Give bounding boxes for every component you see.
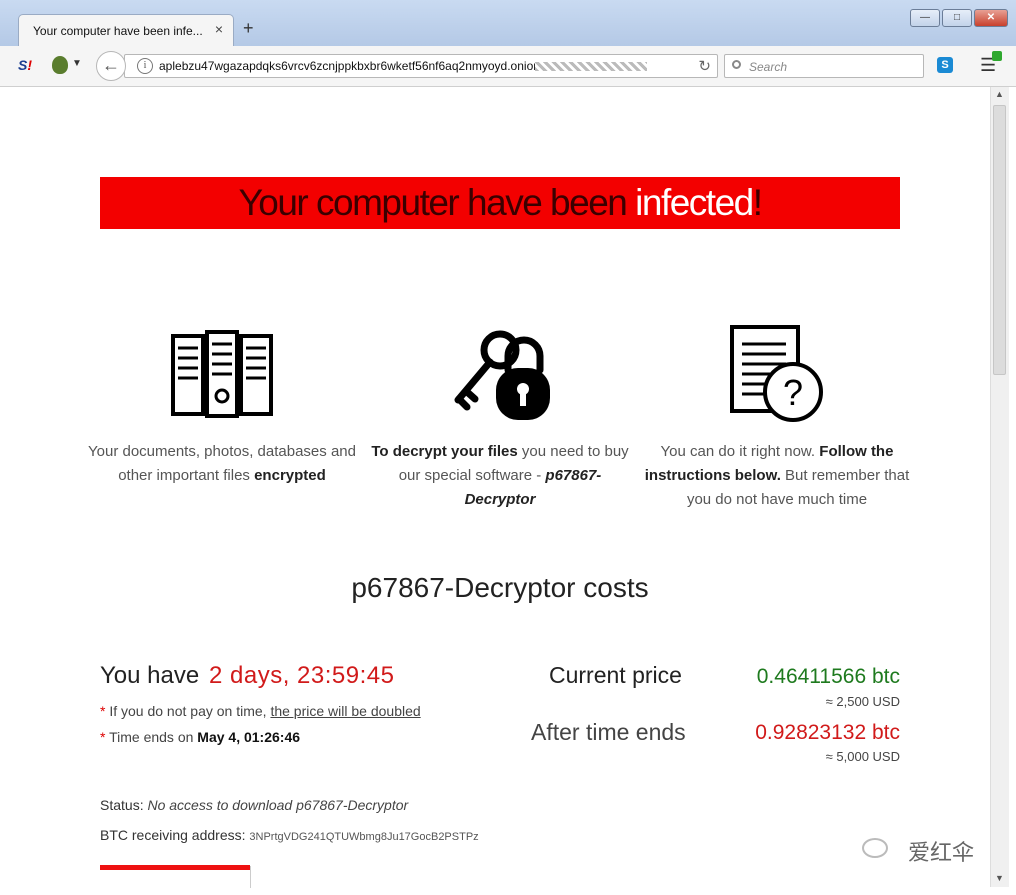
tab-close-icon[interactable]: × [215, 21, 223, 37]
nav-toolbar: S! ▼ i aplebzu47wgazapdqks6vrcv6zcnjppkb… [0, 46, 1016, 87]
browser-tab[interactable]: Your computer have been infe... × [18, 14, 234, 46]
time-ends-note: * Time ends on May 4, 01:26:46 [100, 729, 301, 745]
scroll-thumb[interactable] [993, 105, 1006, 375]
tab-title: Your computer have been infe... [33, 24, 203, 38]
update-badge-icon [992, 51, 1002, 61]
skype-icon[interactable]: S [937, 57, 953, 73]
minimize-button[interactable]: — [910, 9, 940, 27]
status-line: Status: No access to download p67867-Dec… [100, 797, 409, 813]
current-price-label: Current price [549, 662, 682, 688]
search-input[interactable]: Search [724, 54, 924, 78]
banner-text-3: ! [752, 182, 763, 223]
infected-banner: Your computer have been infected! [100, 177, 900, 229]
btc-address[interactable]: 3NPrtgVDG241QTUWbmg8Ju17GocB2PSTPz [249, 831, 478, 843]
search-placeholder: Search [749, 60, 788, 74]
svg-text:?: ? [783, 372, 803, 413]
feature-encrypted: Your documents, photos, databases and ot… [88, 443, 356, 484]
back-button[interactable]: ← [96, 51, 126, 81]
feature-instructions: You can do it right now. Follow the inst… [644, 443, 910, 508]
title-bar: Your computer have been infe... × + — □ … [0, 0, 1016, 46]
countdown-timer: 2 days, 23:59:45 [209, 662, 395, 689]
current-price-usd: ≈ 2,500 USD [825, 694, 900, 709]
scroll-up-icon[interactable]: ▲ [995, 89, 1004, 99]
double-price-note: * If you do not pay on time, the price w… [100, 703, 421, 719]
close-window-button[interactable]: ✕ [974, 9, 1008, 27]
tab-indicator [100, 865, 250, 870]
url-text: aplebzu47wgazapdqks6vrcv6zcnjppkbxbr6wke… [159, 59, 540, 73]
current-price-btc: 0.46411566 btc [756, 665, 900, 688]
server-icon [171, 330, 273, 418]
after-price-usd: ≈ 5,000 USD [825, 749, 900, 764]
key-lock-icon [454, 330, 550, 420]
search-icon [732, 60, 741, 69]
maximize-button[interactable]: □ [942, 9, 972, 27]
btc-address-line: BTC receiving address: 3NPrtgVDG241QTUWb… [100, 827, 479, 843]
after-time-label: After time ends [531, 719, 686, 745]
tab-divider [250, 866, 251, 888]
status-value: No access to download p67867-Decryptor [147, 797, 409, 813]
wechat-icon [862, 838, 888, 858]
feature-decrypt: To decrypt your files you need to buy ou… [371, 443, 629, 508]
info-icon[interactable]: i [137, 58, 153, 74]
watermark-text: 爱红伞 [908, 841, 975, 866]
after-price-btc: 0.92823132 btc [755, 721, 900, 744]
reload-icon[interactable]: ↻ [698, 57, 711, 75]
cost-title: p67867-Decryptor costs [351, 572, 649, 603]
url-redacted [535, 62, 647, 71]
price-doubled-link[interactable]: the price will be doubled [270, 703, 420, 719]
banner-text-2: infected [635, 182, 754, 223]
document-question-icon: ? [730, 325, 823, 422]
onion-icon[interactable] [52, 56, 68, 74]
chevron-down-icon[interactable]: ▼ [72, 58, 82, 69]
new-tab-button[interactable]: + [243, 18, 254, 39]
timer-label: You have [100, 662, 200, 689]
url-bar[interactable]: i aplebzu47wgazapdqks6vrcv6zcnjppkbxbr6w… [124, 54, 718, 78]
scroll-down-icon[interactable]: ▼ [995, 873, 1004, 883]
s-addon-icon[interactable]: S! [18, 57, 32, 73]
banner-text-1: Your computer have been [238, 182, 636, 223]
scrollbar[interactable]: ▲ ▼ [990, 87, 1009, 887]
